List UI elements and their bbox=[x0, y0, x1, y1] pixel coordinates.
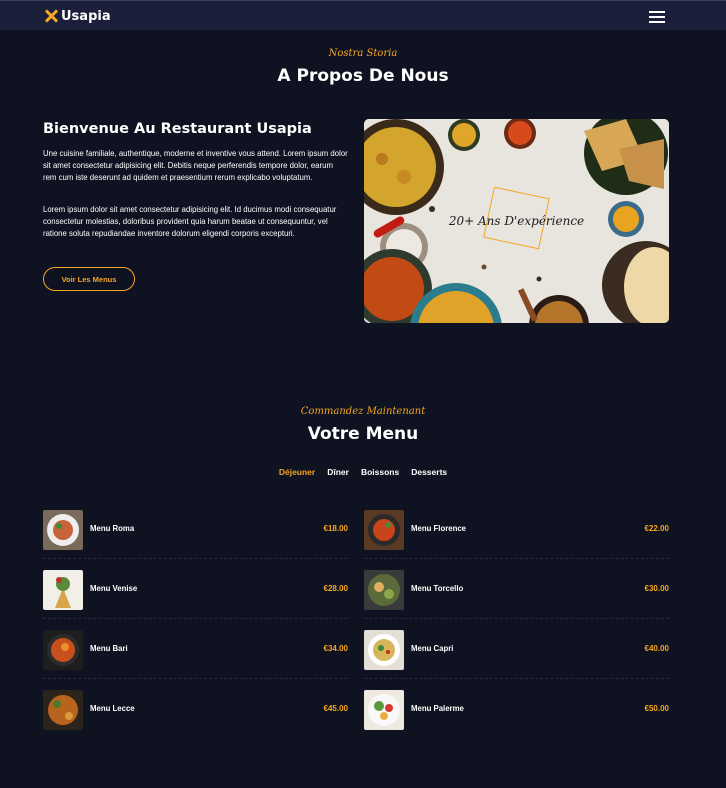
experience-text: 20+ Ans D'expérience bbox=[448, 214, 585, 228]
dish-thumbnail bbox=[43, 690, 83, 730]
dish-thumbnail bbox=[43, 630, 83, 670]
menu-item-lecce[interactable]: Menu Lecce €45.00 bbox=[43, 690, 348, 730]
menu-item-price: €45.00 bbox=[323, 704, 348, 713]
menu-item-bari[interactable]: Menu Bari €34.00 bbox=[43, 630, 348, 670]
dish-thumbnail bbox=[43, 570, 83, 610]
menu-item-price: €34.00 bbox=[323, 644, 348, 653]
dish-thumbnail bbox=[364, 510, 404, 550]
menu-item-name: Menu Florence bbox=[411, 524, 467, 533]
menu-script-label: Commandez Maintenant bbox=[300, 406, 426, 417]
about-section-title: A Propos De Nous bbox=[277, 66, 449, 86]
tab-dejeuner[interactable]: Déjeuner bbox=[279, 467, 315, 477]
menu-item-name: Menu Torcello bbox=[411, 584, 464, 593]
menu-item-price: €30.00 bbox=[644, 584, 669, 593]
about-paragraph-1: Une cuisine familiale, authentique, mode… bbox=[43, 149, 348, 182]
tab-boissons[interactable]: Boissons bbox=[361, 467, 399, 477]
about-heading: Bienvenue Au Restaurant Usapia bbox=[43, 121, 312, 137]
crossed-utensils-icon bbox=[43, 8, 59, 24]
row-divider bbox=[364, 618, 669, 619]
menu-item-torcello[interactable]: Menu Torcello €30.00 bbox=[364, 570, 669, 610]
menu-item-name: Menu Bari bbox=[90, 644, 128, 653]
dish-thumbnail bbox=[364, 690, 404, 730]
row-divider bbox=[364, 678, 669, 679]
brand-logo[interactable]: Usapia bbox=[43, 8, 111, 24]
hero-food-image: 20+ Ans D'expérience bbox=[364, 119, 669, 323]
view-menus-button[interactable]: Voir Les Menus bbox=[43, 267, 135, 291]
row-divider bbox=[364, 558, 669, 559]
dish-thumbnail bbox=[364, 570, 404, 610]
about-paragraph-2: Lorem ipsum dolor sit amet consectetur a… bbox=[43, 205, 337, 238]
menu-item-name: Menu Roma bbox=[90, 524, 135, 533]
menu-item-price: €40.00 bbox=[644, 644, 669, 653]
menu-tabs: Déjeuner Dîner Boissons Desserts bbox=[0, 467, 726, 477]
brand-name: Usapia bbox=[61, 8, 111, 24]
row-divider bbox=[43, 678, 348, 679]
menu-item-palerme[interactable]: Menu Palerme €50.00 bbox=[364, 690, 669, 730]
menu-item-price: €22.00 bbox=[644, 524, 669, 533]
navbar: Usapia bbox=[0, 0, 726, 30]
row-divider bbox=[43, 618, 348, 619]
dish-thumbnail bbox=[364, 630, 404, 670]
menu-item-price: €28.00 bbox=[323, 584, 348, 593]
dish-thumbnail bbox=[43, 510, 83, 550]
menu-item-capri[interactable]: Menu Capri €40.00 bbox=[364, 630, 669, 670]
menu-item-name: Menu Capri bbox=[411, 644, 454, 653]
menu-item-price: €50.00 bbox=[644, 704, 669, 713]
menu-item-florence[interactable]: Menu Florence €22.00 bbox=[364, 510, 669, 550]
menu-section-title: Votre Menu bbox=[307, 424, 419, 444]
menu-item-roma[interactable]: Menu Roma €18.00 bbox=[43, 510, 348, 550]
menu-item-name: Menu Palerme bbox=[411, 704, 464, 713]
menu-item-venise[interactable]: Menu Venise €28.00 bbox=[43, 570, 348, 610]
menu-item-price: €18.00 bbox=[323, 524, 348, 533]
tab-desserts[interactable]: Desserts bbox=[411, 467, 447, 477]
tab-diner[interactable]: Dîner bbox=[327, 467, 349, 477]
menu-item-name: Menu Lecce bbox=[90, 704, 135, 713]
hamburger-icon[interactable] bbox=[649, 11, 665, 23]
about-script-label: Nostra Storia bbox=[328, 48, 398, 59]
menu-item-name: Menu Venise bbox=[90, 584, 138, 593]
row-divider bbox=[43, 558, 348, 559]
